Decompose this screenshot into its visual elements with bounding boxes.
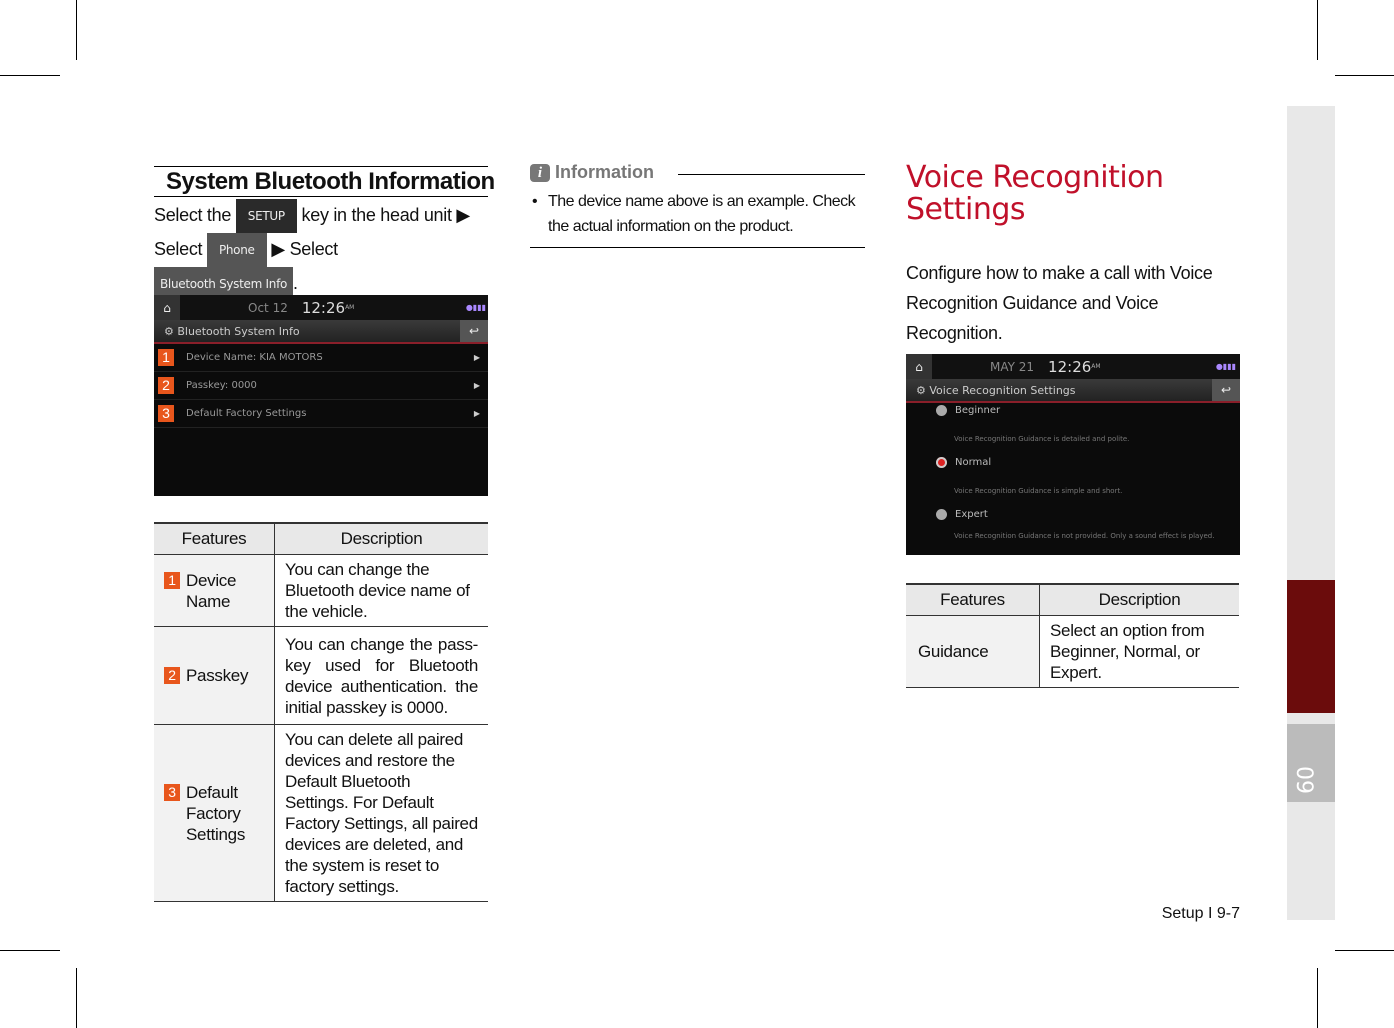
setup-key: SETUP	[235, 199, 297, 233]
chevron-right-icon: ▶	[473, 381, 480, 390]
status-icons: ●▮▮▮	[1215, 362, 1236, 371]
chapter-marker	[1287, 580, 1335, 713]
home-icon: ⌂	[906, 354, 932, 379]
status-icons: ●▮▮▮	[465, 303, 486, 312]
option-beginner: Beginner	[936, 405, 1000, 416]
phone-key: Phone	[206, 233, 267, 267]
option-normal: Normal	[936, 457, 991, 468]
guidance-table: Features Description Guidance Select an op…	[906, 583, 1239, 688]
back-icon: ↩	[460, 320, 488, 342]
instructions: Select the SETUP key in the head unit ▶ …	[154, 199, 494, 301]
intro-text: Configure how to make a call with Voice …	[906, 263, 1213, 343]
back-icon: ↩	[1212, 379, 1240, 401]
table-row: 2 Passkey You can change the pass-key used…	[154, 626, 488, 725]
gear-icon: ⚙	[164, 324, 178, 338]
table-row: 3 Default Factory Settings You can delete …	[154, 724, 488, 902]
chevron-right-icon: ▶	[473, 409, 480, 418]
chevron-right-icon: ▶	[473, 353, 480, 362]
section-heading: System Bluetooth Information	[166, 168, 495, 195]
home-icon: ⌂	[154, 295, 180, 320]
table-row: Guidance Select an option from Beginner, …	[906, 615, 1239, 688]
voice-recognition-screenshot: ⌂ MAY 21 12:26 AM ●▮▮▮ ⚙ Voice Recognitio…	[906, 354, 1240, 555]
table-row: 1 Device Name You can change the Bluetooth…	[154, 554, 488, 627]
option-expert: Expert	[936, 509, 988, 520]
info-heading: i Information	[530, 162, 654, 183]
info-icon: i	[530, 163, 550, 182]
section-heading: Voice Recognition Settings	[906, 160, 1164, 227]
radio-icon	[936, 405, 947, 416]
info-bullet: • The device name above is an example. Ch…	[532, 193, 856, 235]
chapter-tab[interactable]: 09	[1287, 724, 1335, 802]
chapter-number: 09	[1291, 766, 1316, 794]
features-table: Features Description 1 Device Name You can …	[154, 522, 488, 902]
gear-icon: ⚙	[916, 383, 930, 397]
radio-selected-icon	[936, 457, 947, 468]
page-footer: Setup I 9-7	[1161, 905, 1240, 922]
bluetooth-info-screenshot: ⌂ Oct 12 12:26 AM ●▮▮▮ ⚙ Bluetooth System…	[154, 295, 488, 496]
radio-icon	[936, 509, 947, 520]
